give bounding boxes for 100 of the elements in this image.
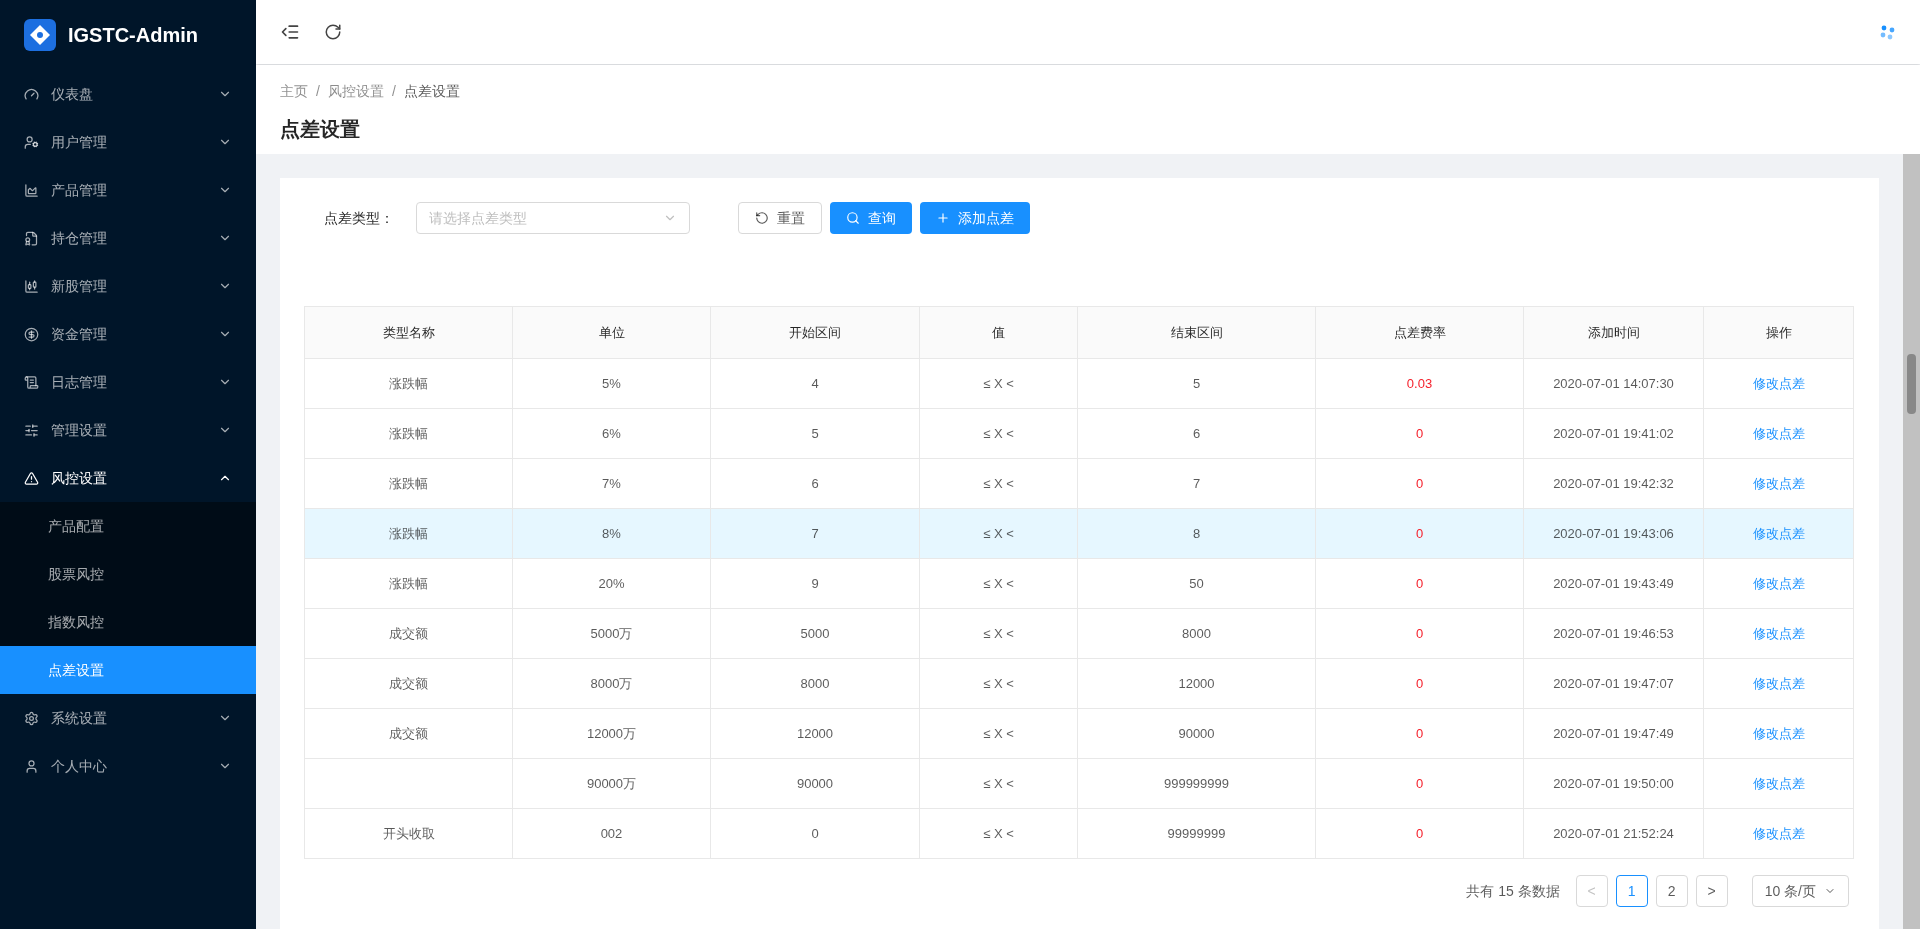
sidebar-item[interactable]: 新股管理 bbox=[0, 262, 256, 310]
table-cell: 成交额 bbox=[304, 608, 513, 659]
table-cell: 0.03 bbox=[1315, 358, 1524, 409]
sidebar-item[interactable]: 风控设置 bbox=[0, 454, 256, 502]
sidebar-item[interactable]: 用户管理 bbox=[0, 118, 256, 166]
sidebar-item[interactable]: 系统设置 bbox=[0, 694, 256, 742]
dollar-icon bbox=[24, 326, 39, 342]
table-cell: 0 bbox=[1315, 508, 1524, 559]
table-cell: 8000 bbox=[710, 658, 920, 709]
filter-label: 点差类型： bbox=[323, 208, 395, 228]
table-cell: 6% bbox=[512, 408, 711, 459]
column-header: 类型名称 bbox=[304, 306, 513, 359]
table-cell: 涨跌幅 bbox=[304, 358, 513, 409]
table-cell: 2020-07-01 19:41:02 bbox=[1523, 408, 1704, 459]
table-cell: ≤ X < bbox=[919, 608, 1078, 659]
table-cell: ≤ X < bbox=[919, 508, 1078, 559]
table-cell: 涨跌幅 bbox=[304, 408, 513, 459]
table-cell: 90000万 bbox=[512, 758, 711, 809]
table-cell: 2020-07-01 19:46:53 bbox=[1523, 608, 1704, 659]
column-header: 操作 bbox=[1703, 306, 1854, 359]
table-cell: 99999999 bbox=[1077, 808, 1316, 859]
table-cell: 5% bbox=[512, 358, 711, 409]
sidebar-item[interactable]: 持仓管理 bbox=[0, 214, 256, 262]
column-header: 结束区间 bbox=[1077, 306, 1316, 359]
collapse-menu-icon[interactable] bbox=[280, 22, 300, 42]
page-size-select[interactable]: 10 条/页 bbox=[1751, 875, 1849, 907]
reset-icon bbox=[755, 211, 769, 225]
document-icon bbox=[24, 230, 39, 246]
table-cell: 2020-07-01 19:42:32 bbox=[1523, 458, 1704, 509]
refresh-icon[interactable] bbox=[324, 23, 342, 41]
reset-button[interactable]: 重置 bbox=[738, 202, 822, 234]
table-cell: 5000万 bbox=[512, 608, 711, 659]
table-cell: 开头收取 bbox=[304, 808, 513, 859]
table-cell: 2020-07-01 19:47:07 bbox=[1523, 658, 1704, 709]
logo-icon bbox=[24, 19, 56, 51]
total-count: 共有 15 条数据 bbox=[1466, 881, 1560, 901]
table-cell: ≤ X < bbox=[919, 658, 1078, 709]
table-cell: 0 bbox=[1315, 758, 1524, 809]
column-header: 值 bbox=[919, 306, 1078, 359]
user-icon bbox=[24, 134, 39, 150]
table-cell: 2020-07-01 19:43:06 bbox=[1523, 508, 1704, 559]
table-cell: 7 bbox=[710, 508, 920, 559]
table-cell: 5000 bbox=[710, 608, 920, 659]
table-cell: 5 bbox=[710, 408, 920, 459]
column-header: 添加时间 bbox=[1523, 306, 1704, 359]
table-cell: 12000 bbox=[1077, 658, 1316, 709]
table-cell: 6 bbox=[1077, 408, 1316, 459]
table-cell: 8 bbox=[1077, 508, 1316, 559]
submenu-item[interactable]: 产品配置 bbox=[0, 502, 256, 550]
sliders-icon bbox=[24, 422, 39, 438]
table-cell: 4 bbox=[710, 358, 920, 409]
sidebar-item[interactable]: 资金管理 bbox=[0, 310, 256, 358]
user-icon bbox=[24, 758, 39, 774]
table-cell: ≤ X < bbox=[919, 408, 1078, 459]
table-cell: 涨跌幅 bbox=[304, 508, 513, 559]
sidebar-item[interactable]: 日志管理 bbox=[0, 358, 256, 406]
table-cell: 涨跌幅 bbox=[304, 558, 513, 609]
table-cell: 2020-07-01 19:47:49 bbox=[1523, 708, 1704, 759]
table-cell: 5 bbox=[1077, 358, 1316, 409]
column-header: 点差费率 bbox=[1315, 306, 1524, 359]
loading-dots-icon bbox=[1880, 24, 1896, 40]
table-cell: 2020-07-01 19:50:00 bbox=[1523, 758, 1704, 809]
sidebar-item[interactable]: 产品管理 bbox=[0, 166, 256, 214]
table-cell: 0 bbox=[1315, 558, 1524, 609]
column-header: 单位 bbox=[512, 306, 711, 359]
sidebar-item[interactable]: 管理设置 bbox=[0, 406, 256, 454]
table-cell: 7 bbox=[1077, 458, 1316, 509]
table-cell: 90000 bbox=[1077, 708, 1316, 759]
table-cell: 0 bbox=[1315, 608, 1524, 659]
page-button[interactable]: 2 bbox=[1655, 875, 1688, 907]
table-cell: 0 bbox=[1315, 658, 1524, 709]
scrollbar-thumb[interactable] bbox=[1907, 354, 1916, 414]
submenu-item[interactable]: 股票风控 bbox=[0, 550, 256, 598]
table-cell: 999999999 bbox=[1077, 758, 1316, 809]
column-header: 开始区间 bbox=[710, 306, 920, 359]
area-chart-icon bbox=[24, 182, 39, 198]
breadcrumb-separator: / bbox=[316, 82, 320, 101]
warning-icon bbox=[24, 470, 39, 486]
sidebar-item[interactable]: 个人中心 bbox=[0, 742, 256, 790]
table-cell: 2020-07-01 14:07:30 bbox=[1523, 358, 1704, 409]
next-page-button[interactable]: > bbox=[1695, 875, 1728, 907]
submenu-item[interactable]: 指数风控 bbox=[0, 598, 256, 646]
search-icon bbox=[846, 211, 860, 225]
table-cell: 2020-07-01 21:52:24 bbox=[1523, 808, 1704, 859]
table-cell: 2020-07-01 19:43:49 bbox=[1523, 558, 1704, 609]
breadcrumb-separator: / bbox=[391, 82, 396, 101]
document-icon bbox=[24, 374, 39, 390]
table-cell: 7% bbox=[512, 458, 711, 509]
table-cell: ≤ X < bbox=[919, 558, 1078, 609]
table-cell: 6 bbox=[710, 458, 920, 509]
table-cell: 成交额 bbox=[304, 708, 513, 759]
table-cell: ≤ X < bbox=[919, 458, 1078, 509]
scrollbar[interactable] bbox=[1903, 154, 1920, 929]
sidebar-item[interactable]: 仪表盘 bbox=[0, 70, 256, 118]
table-cell: 12000万 bbox=[512, 708, 711, 759]
plus-icon bbox=[936, 211, 950, 225]
brand-title: IGSTC-Admin bbox=[68, 23, 198, 48]
table-cell: 8000 bbox=[1077, 608, 1316, 659]
page-title: 点差设置 bbox=[280, 117, 361, 142]
table-cell: 12000 bbox=[710, 708, 920, 759]
